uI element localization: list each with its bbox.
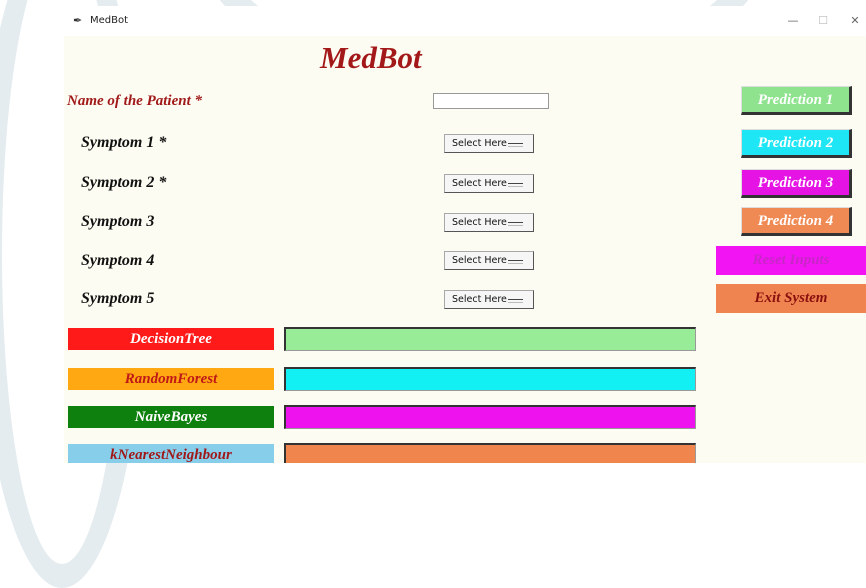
window-title: MedBot (90, 15, 129, 26)
exit-system-button[interactable]: Exit System (716, 284, 866, 313)
patient-name-label: Name of the Patient * (67, 93, 202, 109)
dropdown-value: Select Here (452, 294, 507, 305)
dropdown-value: Select Here (452, 255, 507, 266)
symptom-2-label: Symptom 2 * (81, 174, 167, 191)
close-button[interactable]: ✕ (844, 13, 866, 29)
knn-output (284, 443, 696, 463)
decision-tree-output (284, 327, 696, 351)
prediction-1-button[interactable]: Prediction 1 (741, 86, 852, 115)
minimize-button[interactable]: — (782, 13, 804, 29)
reset-inputs-button[interactable]: Reset Inputs (716, 246, 866, 275)
dropdown-value: Select Here (452, 178, 507, 189)
dropdown-indicator-icon (508, 143, 523, 147)
symptom-1-label: Symptom 1 * (81, 134, 167, 151)
symptom-3-dropdown[interactable]: Select Here (444, 213, 534, 232)
naive-bayes-label: NaiveBayes (68, 406, 274, 428)
symptom-4-label: Symptom 4 (81, 252, 155, 269)
feather-icon: ✒ (73, 14, 83, 27)
symptom-1-dropdown[interactable]: Select Here (444, 134, 534, 153)
symptom-3-label: Symptom 3 (81, 213, 155, 230)
app-window: ✒ MedBot — ☐ ✕ MedBot Name of the Patien… (64, 6, 866, 463)
naive-bayes-output (284, 405, 696, 429)
random-forest-output (284, 367, 696, 391)
dropdown-value: Select Here (452, 217, 507, 228)
dropdown-indicator-icon (508, 299, 523, 303)
decision-tree-label: DecisionTree (68, 328, 274, 350)
symptom-5-label: Symptom 5 (81, 290, 155, 307)
symptom-2-dropdown[interactable]: Select Here (444, 174, 534, 193)
patient-name-input[interactable] (433, 93, 549, 109)
dropdown-value: Select Here (452, 138, 507, 149)
app-heading: MedBot (320, 40, 422, 75)
symptom-4-dropdown[interactable]: Select Here (444, 251, 534, 270)
prediction-2-button[interactable]: Prediction 2 (741, 129, 852, 158)
symptom-5-dropdown[interactable]: Select Here (444, 290, 534, 309)
dropdown-indicator-icon (508, 183, 523, 187)
dropdown-indicator-icon (508, 260, 523, 264)
prediction-3-button[interactable]: Prediction 3 (741, 169, 852, 198)
prediction-4-button[interactable]: Prediction 4 (741, 207, 852, 236)
random-forest-label: RandomForest (68, 368, 274, 390)
knn-label: kNearestNeighbour (68, 444, 274, 463)
dropdown-indicator-icon (508, 222, 523, 226)
maximize-button[interactable]: ☐ (812, 13, 834, 29)
title-bar: ✒ MedBot — ☐ ✕ (64, 6, 866, 36)
